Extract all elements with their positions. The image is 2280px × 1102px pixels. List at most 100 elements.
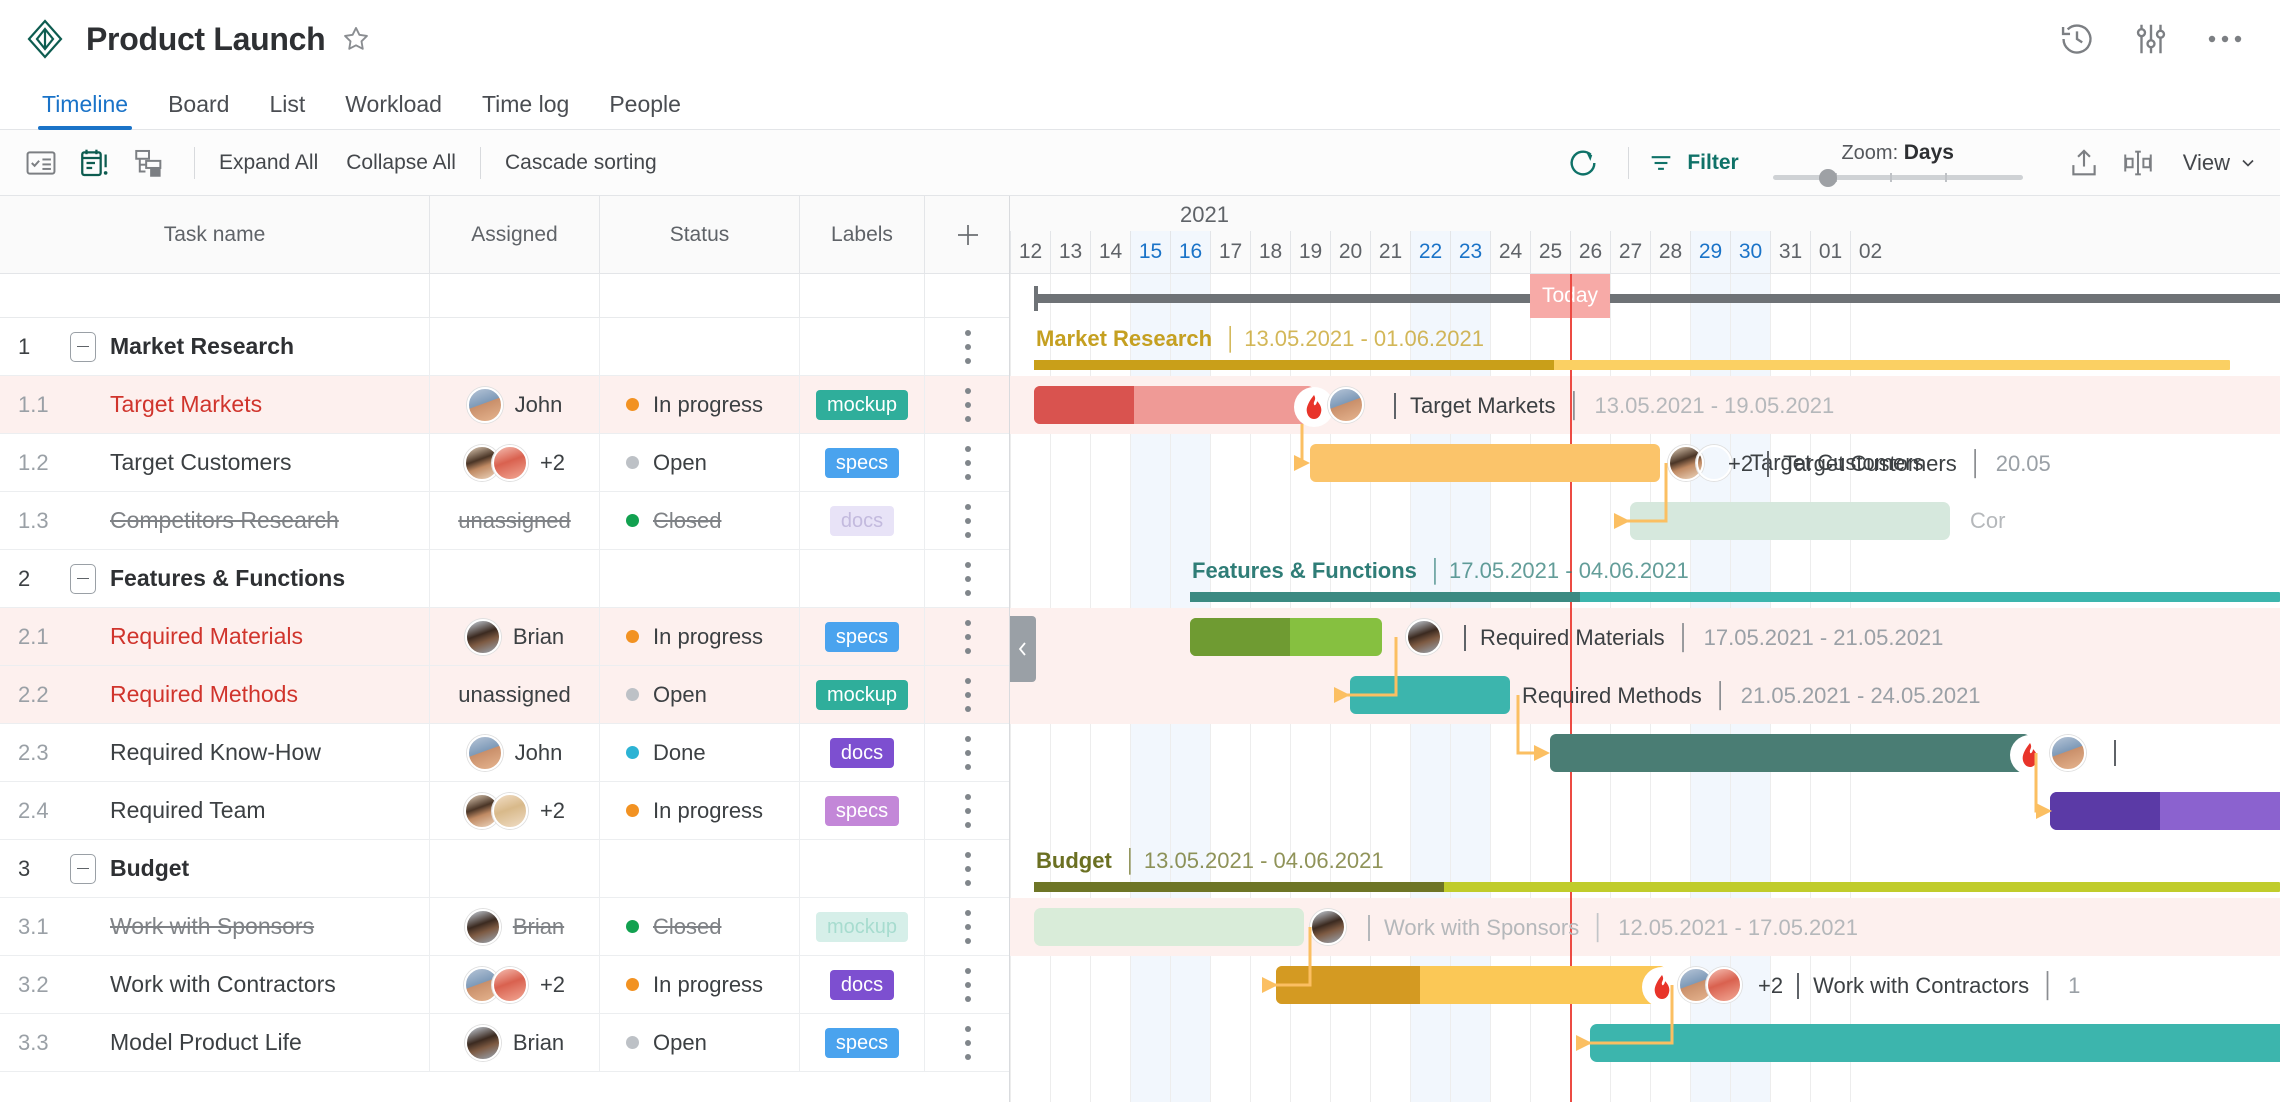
task-bar[interactable] — [1034, 908, 1304, 946]
filter-cell-labels[interactable] — [800, 274, 925, 317]
status-badge[interactable]: specs — [824, 1027, 900, 1058]
cell-status[interactable]: In progress — [600, 956, 800, 1013]
row-menu-button[interactable] — [925, 666, 1010, 723]
cell-assigned[interactable]: Brian — [430, 1014, 600, 1071]
expand-all-button[interactable]: Expand All — [213, 151, 324, 175]
cell-labels[interactable]: specs — [800, 1014, 925, 1071]
status-badge[interactable]: mockup — [815, 389, 909, 420]
status-badge[interactable]: docs — [829, 737, 895, 768]
row-menu-button[interactable] — [925, 956, 1010, 1013]
cell-labels[interactable]: mockup — [800, 666, 925, 723]
upload-export-icon[interactable] — [2057, 138, 2111, 188]
kebab-menu-icon[interactable] — [964, 619, 971, 654]
collapse-toggle-icon[interactable] — [70, 563, 96, 594]
collapse-all-button[interactable]: Collapse All — [340, 151, 462, 175]
calendar-alert-icon[interactable] — [68, 138, 122, 188]
cell-assigned[interactable]: John — [430, 724, 600, 781]
status-badge[interactable]: specs — [824, 795, 900, 826]
cell-labels[interactable] — [800, 550, 925, 607]
cell-task-name[interactable]: 1 Market Research — [0, 318, 430, 375]
cell-status[interactable] — [600, 550, 800, 607]
task-bar[interactable] — [1630, 502, 1950, 540]
table-row[interactable]: 1.1 Target Markets John In progress mock… — [0, 376, 1009, 434]
row-menu-button[interactable] — [925, 434, 1010, 491]
sliders-icon[interactable] — [2124, 12, 2178, 66]
cell-status[interactable]: Closed — [600, 898, 800, 955]
day-cell[interactable]: 30 — [1730, 231, 1770, 273]
kebab-menu-icon[interactable] — [964, 967, 971, 1002]
kebab-menu-icon[interactable] — [964, 735, 971, 770]
cell-status[interactable]: Done — [600, 724, 800, 781]
row-menu-button[interactable] — [925, 608, 1010, 665]
cell-labels[interactable] — [800, 318, 925, 375]
day-cell[interactable]: 14 — [1090, 231, 1130, 273]
history-clock-icon[interactable] — [2050, 12, 2104, 66]
row-menu-button[interactable] — [925, 1014, 1010, 1071]
table-row[interactable]: 3.1 Work with Sponsors Brian Closed mock… — [0, 898, 1009, 956]
task-bar[interactable] — [1350, 676, 1510, 714]
cell-labels[interactable]: specs — [800, 782, 925, 839]
day-cell[interactable]: 18 — [1250, 231, 1290, 273]
gantt-chart[interactable]: 2021 12 13 14 15 16 17 18 19 20 21 22 23… — [1010, 196, 2280, 1102]
cell-status[interactable]: Closed — [600, 492, 800, 549]
cell-assigned[interactable]: unassigned — [430, 666, 600, 723]
row-menu-button[interactable] — [925, 550, 1010, 607]
task-bar[interactable] — [2050, 792, 2280, 830]
cell-assigned[interactable] — [430, 550, 600, 607]
cell-status[interactable]: Open — [600, 666, 800, 723]
day-cell[interactable]: 31 — [1770, 231, 1810, 273]
status-badge[interactable]: mockup — [815, 911, 909, 942]
cell-labels[interactable]: specs — [800, 608, 925, 665]
kebab-menu-icon[interactable] — [964, 387, 971, 422]
status-badge[interactable]: docs — [829, 969, 895, 1000]
hierarchy-icon[interactable] — [122, 138, 176, 188]
day-cell[interactable]: 29 — [1690, 231, 1730, 273]
cell-status[interactable] — [600, 318, 800, 375]
cell-labels[interactable]: mockup — [800, 898, 925, 955]
cell-task-name[interactable]: 3 Budget — [0, 840, 430, 897]
day-cell[interactable]: 28 — [1650, 231, 1690, 273]
cell-assigned[interactable] — [430, 840, 600, 897]
day-cell[interactable]: 22 — [1410, 231, 1450, 273]
cell-assigned[interactable]: +2 — [430, 782, 600, 839]
row-menu-button[interactable] — [925, 898, 1010, 955]
checklist-icon[interactable] — [14, 138, 68, 188]
cell-status[interactable]: Open — [600, 434, 800, 491]
cell-assigned[interactable] — [430, 318, 600, 375]
cell-labels[interactable]: docs — [800, 956, 925, 1013]
task-bar[interactable] — [1190, 618, 1382, 656]
filter-cell-assigned[interactable] — [430, 274, 600, 317]
day-cell[interactable]: 23 — [1450, 231, 1490, 273]
tab-board[interactable]: Board — [148, 91, 249, 129]
slider-knob[interactable] — [1818, 168, 1837, 187]
cell-labels[interactable]: docs — [800, 724, 925, 781]
kebab-menu-icon[interactable] — [964, 329, 971, 364]
view-menu-button[interactable]: View — [2183, 150, 2258, 176]
column-header-labels[interactable]: Labels — [800, 196, 925, 273]
filter-cell-task[interactable] — [0, 274, 430, 317]
cell-task-name[interactable]: 2.3 Required Know-How — [0, 724, 430, 781]
task-bar[interactable] — [1550, 734, 2030, 772]
cell-labels[interactable]: docs — [800, 492, 925, 549]
status-badge[interactable]: docs — [829, 505, 895, 536]
task-bar[interactable] — [1276, 966, 1666, 1004]
row-menu-button[interactable] — [925, 724, 1010, 781]
refresh-icon[interactable] — [1556, 138, 1610, 188]
cell-assigned[interactable]: Brian — [430, 608, 600, 665]
summary-bar[interactable] — [1190, 592, 2280, 602]
kebab-menu-icon[interactable] — [964, 909, 971, 944]
tab-workload[interactable]: Workload — [325, 91, 462, 129]
day-cell[interactable]: 16 — [1170, 231, 1210, 273]
cell-status[interactable]: In progress — [600, 608, 800, 665]
summary-bar[interactable] — [1034, 882, 2280, 892]
row-menu-button[interactable] — [925, 782, 1010, 839]
cell-task-name[interactable]: 1.3 Competitors Research — [0, 492, 430, 549]
cell-assigned[interactable]: +2 — [430, 434, 600, 491]
day-cell[interactable]: 20 — [1330, 231, 1370, 273]
star-icon[interactable] — [341, 24, 371, 54]
cell-assigned[interactable]: +2 — [430, 956, 600, 1013]
tab-list[interactable]: List — [249, 91, 325, 129]
kebab-menu-icon[interactable] — [964, 677, 971, 712]
day-cell[interactable]: 19 — [1290, 231, 1330, 273]
day-cell[interactable]: 25 — [1530, 231, 1570, 273]
